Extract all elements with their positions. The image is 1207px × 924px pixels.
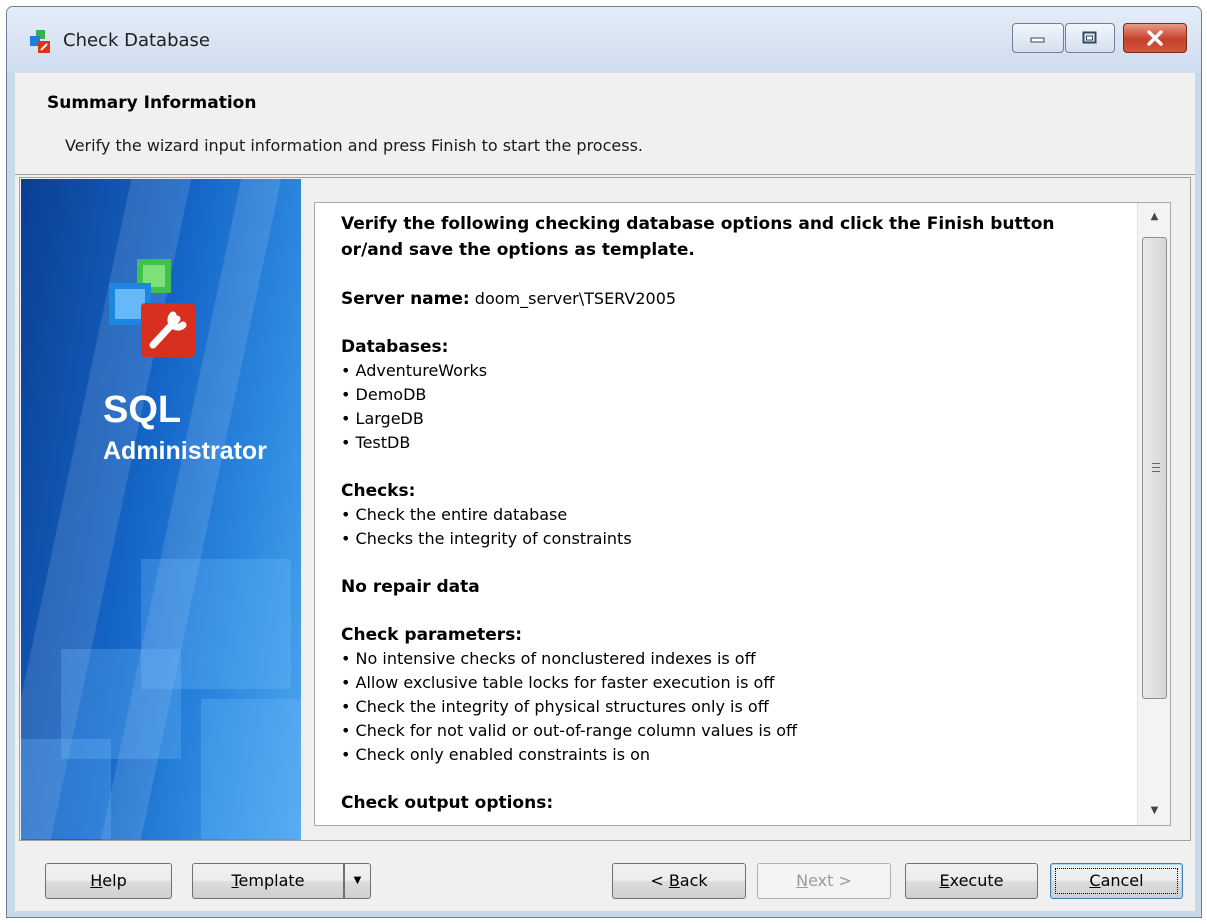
database-item: DemoDB — [341, 383, 1137, 407]
app-icon — [30, 30, 50, 53]
parameter-item: Check for not valid or out-of-range colu… — [341, 719, 1137, 743]
scroll-down-arrow-icon[interactable]: ▼ — [1138, 797, 1170, 825]
next-button[interactable]: Next > — [757, 863, 891, 899]
parameter-item: Check only enabled constraints is on — [341, 743, 1137, 767]
maximize-icon — [1082, 31, 1097, 44]
databases-heading: Databases: — [341, 337, 449, 357]
scroll-up-arrow-icon[interactable]: ▲ — [1138, 203, 1170, 231]
parameter-item: Check the integrity of physical structur… — [341, 695, 1137, 719]
database-item: TestDB — [341, 431, 1137, 455]
cancel-button[interactable]: Cancel — [1050, 863, 1183, 899]
check-item: Checks the integrity of constraints — [341, 527, 1137, 551]
summary-intro: Verify the following checking database o… — [341, 214, 1055, 260]
checks-heading: Checks: — [341, 481, 416, 501]
wizard-header: Summary Information Verify the wizard in… — [15, 73, 1195, 175]
chevron-down-icon: ▼ — [353, 875, 362, 886]
repair-heading: No repair data — [341, 577, 480, 597]
template-button[interactable]: Template — [192, 863, 344, 899]
summary-content: Verify the following checking database o… — [315, 203, 1137, 825]
scroll-thumb[interactable] — [1142, 237, 1167, 699]
page-title: Summary Information — [47, 93, 257, 113]
vertical-scrollbar[interactable]: ▲ ▼ — [1137, 203, 1170, 825]
maximize-button[interactable] — [1065, 23, 1115, 53]
parameter-item: Allow exclusive table locks for faster e… — [341, 671, 1137, 695]
close-icon — [1147, 30, 1163, 46]
check-database-window: Check Database Summary Information Verif… — [6, 6, 1202, 918]
server-name-value: doom_server\TSERV2005 — [474, 289, 677, 308]
check-parameters-heading: Check parameters: — [341, 625, 523, 645]
database-item: LargeDB — [341, 407, 1137, 431]
product-banner: SQL Administrator — [21, 179, 301, 840]
template-dropdown-button[interactable]: ▼ — [344, 863, 371, 899]
back-button[interactable]: < Back — [612, 863, 746, 899]
server-name-label: Server name: — [341, 289, 470, 309]
grip-icon — [1152, 463, 1160, 472]
banner-subtitle: Administrator — [103, 437, 267, 465]
server-name-line: Server name: doom_server\TSERV2005 — [341, 287, 1137, 311]
check-item: Check the entire database — [341, 503, 1137, 527]
parameter-item: No intensive checks of nonclustered inde… — [341, 647, 1137, 671]
wizard-client-area: Summary Information Verify the wizard in… — [15, 73, 1195, 911]
summary-text-box[interactable]: Verify the following checking database o… — [314, 202, 1171, 826]
page-subtitle: Verify the wizard input information and … — [65, 136, 643, 155]
database-item: AdventureWorks — [341, 359, 1137, 383]
window-title: Check Database — [63, 30, 210, 51]
title-bar[interactable]: Check Database — [7, 7, 1201, 73]
minimize-button[interactable] — [1012, 23, 1064, 53]
output-options-heading: Check output options: — [341, 793, 554, 813]
close-button[interactable] — [1123, 23, 1187, 53]
minimize-icon — [1030, 37, 1045, 43]
wizard-body: SQL Administrator Verify the following c… — [19, 177, 1191, 841]
help-button[interactable]: Help — [45, 863, 172, 899]
banner-title: SQL — [103, 389, 182, 431]
sql-administrator-logo-icon — [109, 259, 195, 357]
execute-button[interactable]: Execute — [905, 863, 1038, 899]
